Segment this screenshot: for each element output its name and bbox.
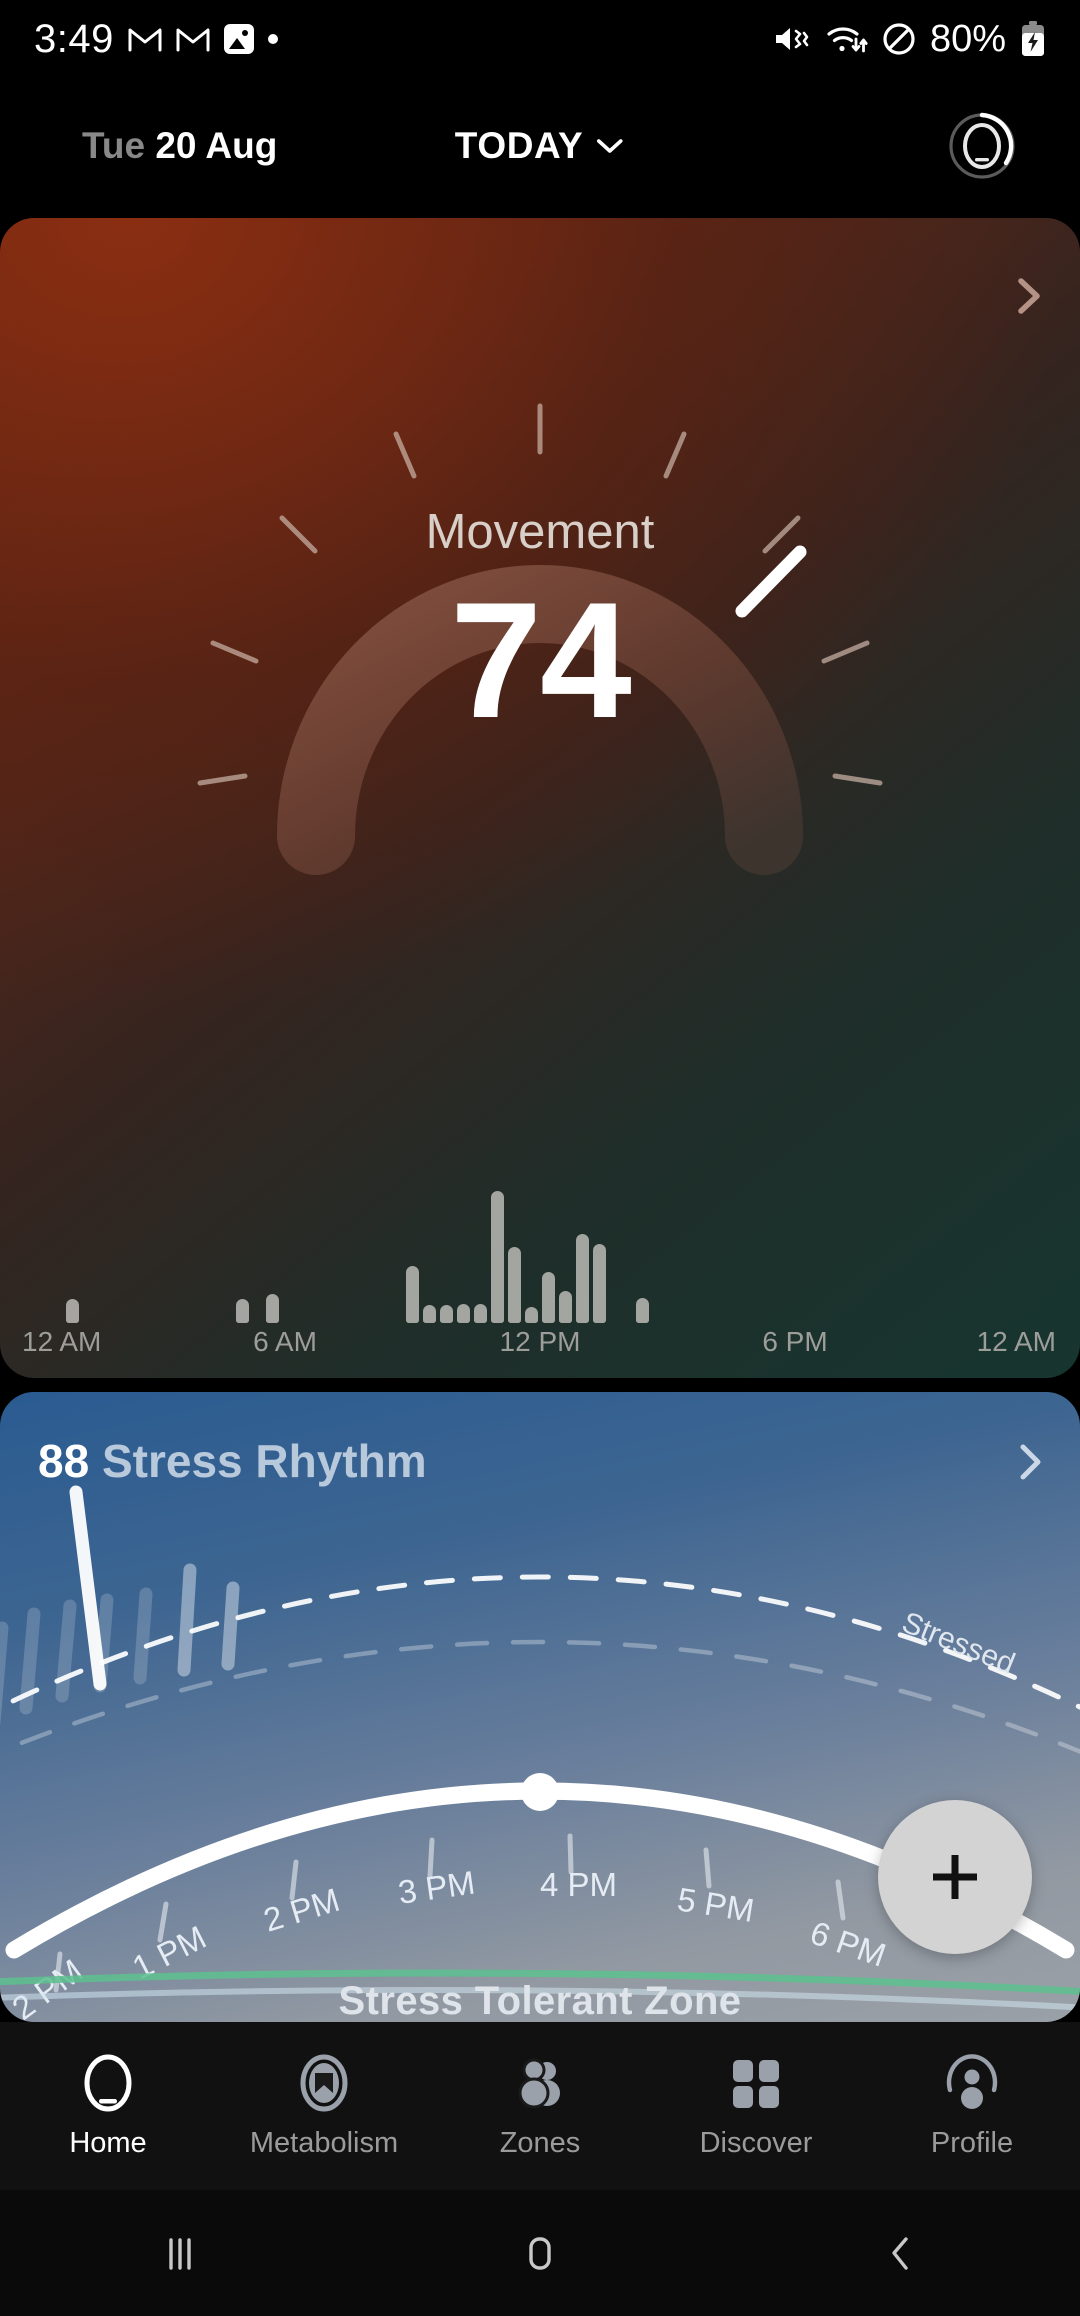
mute-vibrate-icon bbox=[775, 28, 809, 50]
activity-bar bbox=[525, 1307, 538, 1323]
back-button[interactable] bbox=[720, 2227, 1080, 2279]
activity-bar bbox=[593, 1243, 606, 1323]
add-button[interactable] bbox=[878, 1800, 1032, 1954]
status-bar: 3:49 80% bbox=[0, 0, 1080, 78]
activity-bar bbox=[576, 1234, 589, 1323]
back-icon bbox=[892, 2237, 908, 2270]
activity-bar bbox=[423, 1304, 436, 1323]
status-bar-left: 3:49 bbox=[34, 17, 278, 62]
activity-bar bbox=[457, 1303, 470, 1323]
day-of-week: Tue bbox=[82, 125, 156, 166]
hour-label: 2 PM bbox=[259, 1881, 343, 1939]
activity-bar bbox=[265, 1293, 279, 1323]
chevron-down-icon bbox=[597, 139, 624, 153]
status-bar-right: 80% bbox=[772, 18, 1046, 61]
recents-icon bbox=[169, 2238, 191, 2270]
nav-label-discover: Discover bbox=[699, 2127, 813, 2159]
hour-label: 5 PM bbox=[675, 1880, 757, 1929]
battery-percent: 80% bbox=[929, 17, 1006, 60]
activity-bar bbox=[542, 1271, 555, 1323]
stressed-label: Stressed bbox=[897, 1606, 1019, 1681]
activity-bar-chart bbox=[0, 1158, 1080, 1323]
person-circle-icon bbox=[946, 2054, 998, 2109]
nav-item-metabolism[interactable]: Metabolism bbox=[216, 2052, 432, 2160]
stressed-threshold-arc bbox=[0, 1574, 1080, 1710]
period-selector[interactable]: TODAY bbox=[455, 125, 625, 167]
activity-axis-tick: 6 AM bbox=[253, 1326, 317, 1357]
home-button[interactable] bbox=[360, 2227, 720, 2279]
stress-rhythm-card[interactable]: 88 Stress Rhythm Stressed 12 PM 1 PM 2 P… bbox=[0, 1392, 1080, 2022]
activity-axis-tick: 12 AM bbox=[976, 1326, 1056, 1357]
stress-current-marker bbox=[521, 1773, 559, 1811]
gmail-icon bbox=[176, 28, 210, 52]
nav-label-zones: Zones bbox=[499, 2127, 581, 2159]
hour-label: 3 PM bbox=[396, 1864, 477, 1911]
stress-tolerant-zone-label: Stress Tolerant Zone bbox=[338, 1979, 742, 2022]
nav-label-home: Home bbox=[69, 2127, 147, 2159]
secondary-threshold-arc bbox=[0, 1639, 1080, 1754]
hour-label: 6 PM bbox=[806, 1914, 891, 1974]
gauge-label: Movement bbox=[425, 505, 655, 559]
home-ring-icon bbox=[84, 2054, 132, 2112]
nav-label-profile: Profile bbox=[930, 2127, 1014, 2159]
photo-icon bbox=[223, 24, 254, 54]
current-date: Tue 20 Aug bbox=[82, 125, 277, 167]
nav-item-discover[interactable]: Discover bbox=[648, 2052, 864, 2160]
movement-card[interactable]: Movement 74 12 AM6 AM12 PM6 PM12 AM 965k… bbox=[0, 218, 1080, 1378]
gmail-icon bbox=[128, 28, 162, 52]
gauge-value: 74 bbox=[450, 568, 632, 752]
activity-bar bbox=[236, 1299, 249, 1323]
activity-bar bbox=[491, 1191, 504, 1323]
activity-bar bbox=[440, 1304, 453, 1323]
activity-bar bbox=[508, 1246, 521, 1323]
activity-bar bbox=[559, 1291, 572, 1323]
home-icon bbox=[529, 2237, 551, 2270]
grid-icon bbox=[733, 2060, 779, 2108]
activity-axis-tick: 12 PM bbox=[499, 1326, 581, 1357]
do-not-disturb-icon bbox=[883, 23, 915, 55]
dot-icon bbox=[267, 34, 278, 44]
activity-axis: 12 AM 6 AM 12 PM 6 PM 12 AM bbox=[0, 1326, 1080, 1366]
date-value: 20 Aug bbox=[155, 125, 278, 166]
activity-bar bbox=[635, 1298, 649, 1323]
activity-axis-tick: 6 PM bbox=[762, 1326, 828, 1357]
people-icon bbox=[518, 2058, 560, 2109]
activity-bars bbox=[0, 1173, 1080, 1323]
activity-ring-icon[interactable] bbox=[946, 110, 1018, 182]
nav-item-home[interactable]: Home bbox=[0, 2052, 216, 2160]
bottom-navigation: Home Metabolism Zones Discover Profile bbox=[0, 2022, 1080, 2190]
android-navigation-bar bbox=[0, 2190, 1080, 2316]
nav-item-zones[interactable]: Zones bbox=[432, 2052, 648, 2160]
battery-charging-icon bbox=[1022, 21, 1044, 56]
movement-gauge: Movement 74 bbox=[0, 256, 1080, 916]
plus-icon bbox=[933, 1855, 977, 1899]
metabolism-icon bbox=[300, 2054, 348, 2112]
period-label: TODAY bbox=[454, 125, 584, 166]
nav-item-profile[interactable]: Profile bbox=[864, 2052, 1080, 2160]
recents-button[interactable] bbox=[0, 2227, 360, 2279]
nav-label-metabolism: Metabolism bbox=[249, 2127, 399, 2159]
activity-bar bbox=[66, 1299, 79, 1323]
status-bar-clock: 3:49 bbox=[34, 16, 114, 61]
app-header: Tue 20 Aug TODAY bbox=[0, 96, 1080, 196]
activity-bar bbox=[474, 1303, 487, 1323]
phone-screen: 3:49 80% Tue 20 Aug TODAY Movement 74 12… bbox=[0, 0, 1080, 2316]
activity-axis-tick: 12 AM bbox=[22, 1326, 102, 1357]
activity-bar bbox=[406, 1266, 419, 1323]
hour-label: 4 PM bbox=[540, 1866, 617, 1903]
wifi-icon bbox=[827, 27, 868, 53]
